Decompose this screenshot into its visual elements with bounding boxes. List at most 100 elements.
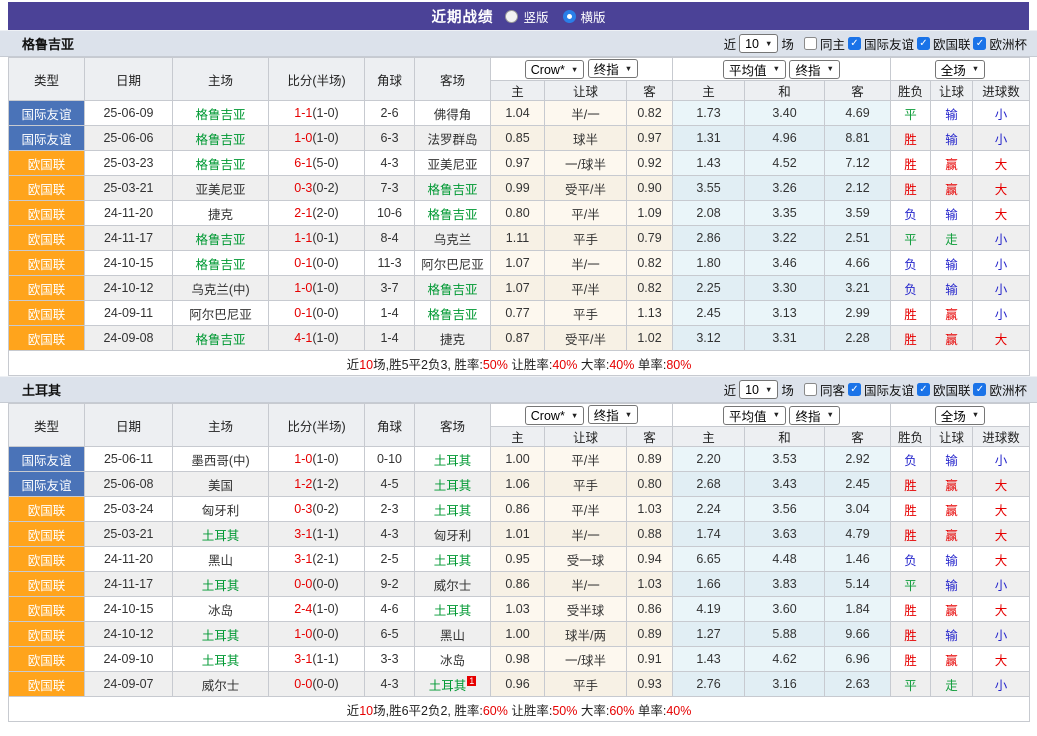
handicap-line: 受平/半 [545, 326, 627, 351]
match-result: 胜 [891, 522, 931, 547]
avg-home: 3.12 [673, 326, 745, 351]
final-index-select[interactable]: 终指▼ [588, 405, 638, 424]
match-date: 24-11-17 [85, 572, 173, 597]
chevron-down-icon: ▼ [625, 411, 632, 419]
odds-home: 1.04 [491, 101, 545, 126]
summary-part: 单率: [634, 704, 666, 718]
chevron-down-icon: ▼ [972, 65, 979, 73]
euro-checkbox[interactable]: ✓ [973, 383, 986, 396]
euro-label: 欧洲杯 [989, 380, 1027, 399]
match-count-value: 10 [745, 383, 759, 397]
match-row: 欧国联24-11-17格鲁吉亚1-1(0-1)8-4乌克兰1.11平手0.792… [9, 226, 1030, 251]
scope-select[interactable]: 全场▼ [935, 60, 985, 79]
home-team: 冰岛 [173, 597, 269, 622]
avg-away: 7.12 [825, 151, 891, 176]
col-odds-away: 客 [627, 427, 673, 447]
handicap-result: 赢 [931, 497, 973, 522]
odds-home: 1.11 [491, 226, 545, 251]
goals-result: 大 [973, 151, 1030, 176]
match-type-badge: 欧国联 [9, 497, 85, 522]
average-select[interactable]: 平均值▼ [723, 60, 786, 79]
match-score: 0-1(0-0) [269, 301, 365, 326]
home-team: 捷克 [173, 201, 269, 226]
summary-part: 大率: [577, 704, 609, 718]
summary-part: 单率: [634, 358, 666, 372]
final-index-select[interactable]: 终指▼ [789, 60, 839, 79]
near-label: 近 [724, 34, 737, 53]
euro-checkbox[interactable]: ✓ [973, 37, 986, 50]
match-score: 1-1(0-1) [269, 226, 365, 251]
handicap-result: 赢 [931, 326, 973, 351]
final-index-select[interactable]: 终指▼ [789, 406, 839, 425]
goals-result: 小 [973, 276, 1030, 301]
match-row: 欧国联24-11-17土耳其0-0(0-0)9-2威尔士0.86半/一1.031… [9, 572, 1030, 597]
home-team: 土耳其 [173, 622, 269, 647]
away-team: 法罗群岛 [415, 126, 491, 151]
avg-home: 2.08 [673, 201, 745, 226]
handicap-result: 输 [931, 201, 973, 226]
avg-draw: 3.53 [745, 447, 825, 472]
goals-result: 小 [973, 301, 1030, 326]
average-select[interactable]: 平均值▼ [723, 406, 786, 425]
corner-score: 4-6 [365, 597, 415, 622]
match-count-select[interactable]: 10 ▼ [739, 380, 778, 399]
horizontal-layout-radio[interactable]: 横版 [563, 7, 606, 26]
nations-league-checkbox[interactable]: ✓ [917, 37, 930, 50]
summary-part: 40% [666, 704, 691, 718]
scope-select[interactable]: 全场▼ [935, 406, 985, 425]
chevron-down-icon: ▼ [827, 411, 834, 419]
handicap-line: 半/一 [545, 522, 627, 547]
match-score: 1-0(1-0) [269, 276, 365, 301]
bookmaker-select[interactable]: Crow*▼ [525, 60, 584, 79]
chevron-down-icon: ▼ [571, 412, 578, 420]
section-header-bar: 土耳其 近 10 ▼ 场 同客 ✓ 国际友谊 ✓ 欧国联 ✓ 欧洲杯 [0, 376, 1037, 403]
match-row: 欧国联24-10-12土耳其1-0(0-0)6-5黑山1.00球半/两0.891… [9, 622, 1030, 647]
friendly-checkbox[interactable]: ✓ [848, 37, 861, 50]
friendly-checkbox[interactable]: ✓ [848, 383, 861, 396]
average-value: 平均值 [729, 406, 767, 425]
match-count-select[interactable]: 10 ▼ [739, 34, 778, 53]
corner-score: 4-3 [365, 151, 415, 176]
handicap-result: 赢 [931, 301, 973, 326]
bookmaker-value: Crow* [531, 409, 565, 423]
col-result: 胜负 [891, 427, 931, 447]
avg-home: 2.24 [673, 497, 745, 522]
average-value: 平均值 [729, 60, 767, 79]
avg-draw: 3.30 [745, 276, 825, 301]
away-team: 格鲁吉亚 [415, 176, 491, 201]
page-title: 近期战绩 [431, 6, 493, 27]
avg-home: 1.27 [673, 622, 745, 647]
avg-draw: 3.46 [745, 251, 825, 276]
away-team: 土耳其 [415, 447, 491, 472]
scope-value: 全场 [941, 406, 966, 425]
away-team: 冰岛 [415, 647, 491, 672]
nations-league-checkbox[interactable]: ✓ [917, 383, 930, 396]
col-goals: 进球数 [973, 427, 1030, 447]
match-row: 欧国联24-09-08格鲁吉亚4-1(1-0)1-4捷克0.87受平/半1.02… [9, 326, 1030, 351]
same-venue-checkbox[interactable] [804, 383, 817, 396]
goals-result: 小 [973, 447, 1030, 472]
bookmaker-select[interactable]: Crow* ▼ [525, 406, 584, 425]
radio-icon[interactable] [563, 10, 576, 23]
match-result: 平 [891, 101, 931, 126]
odds-away: 0.92 [627, 151, 673, 176]
avg-draw: 5.88 [745, 622, 825, 647]
match-result: 平 [891, 672, 931, 697]
home-team: 威尔士 [173, 672, 269, 697]
summary-row: 近10场,胜5平2负3, 胜率:50% 让胜率:40% 大率:40% 单率:80… [9, 351, 1030, 376]
away-team: 乌克兰 [415, 226, 491, 251]
odds-away: 0.97 [627, 126, 673, 151]
vertical-layout-radio[interactable]: 竖版 [505, 7, 548, 26]
radio-icon[interactable] [505, 10, 518, 23]
handicap-line: 平/半 [545, 276, 627, 301]
avg-home: 2.86 [673, 226, 745, 251]
match-row: 欧国联25-03-21亚美尼亚0-3(0-2)7-3格鲁吉亚0.99受平/半0.… [9, 176, 1030, 201]
match-score: 3-1(1-1) [269, 647, 365, 672]
col-handicap-result: 让球 [931, 427, 973, 447]
final-index-select[interactable]: 终指▼ [588, 59, 638, 78]
summary-part: 10 [359, 704, 373, 718]
handicap-line: 平手 [545, 672, 627, 697]
match-type-badge: 欧国联 [9, 622, 85, 647]
same-venue-checkbox[interactable] [804, 37, 817, 50]
odds-away: 0.80 [627, 472, 673, 497]
